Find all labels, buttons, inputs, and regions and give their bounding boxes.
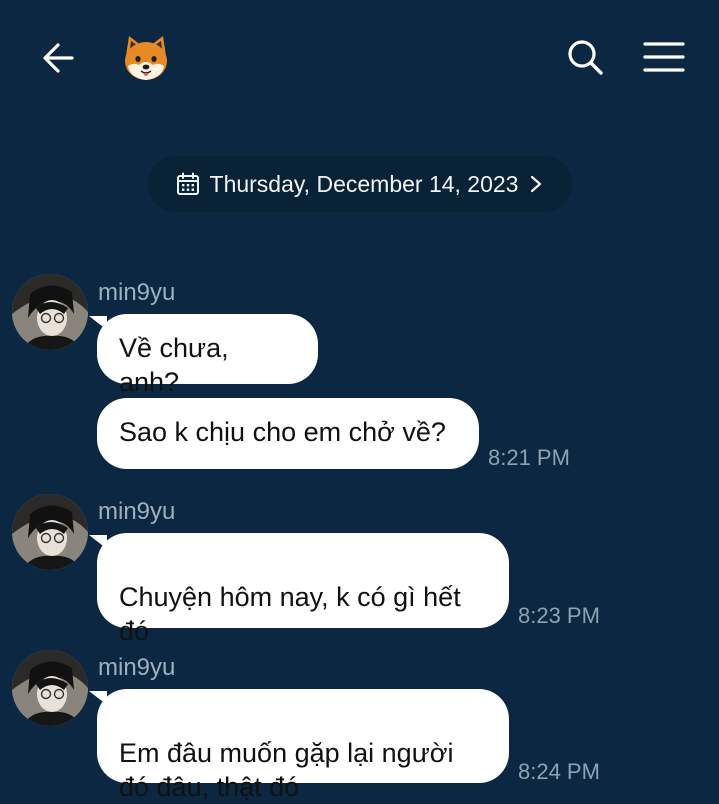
user-photo bbox=[12, 650, 88, 726]
message-bubble[interactable]: Về chưa, anh? bbox=[89, 314, 318, 397]
avatar[interactable] bbox=[12, 274, 88, 350]
back-button[interactable] bbox=[34, 34, 82, 82]
calendar-icon bbox=[176, 172, 199, 195]
message-text: Sao k chịu cho em chở về? bbox=[119, 417, 446, 447]
shiba-dog-icon bbox=[125, 36, 167, 80]
sender-name: min9yu bbox=[98, 654, 176, 681]
top-bar bbox=[0, 0, 719, 112]
search-icon bbox=[568, 40, 603, 75]
message-bubble[interactable]: Sao k chịu cho em chở về? bbox=[97, 398, 479, 469]
chat-avatar[interactable] bbox=[118, 30, 174, 86]
message-time: 8:21 PM bbox=[488, 445, 570, 470]
date-chip[interactable]: Thursday, December 14, 2023 bbox=[148, 156, 572, 212]
message-bubble[interactable]: Em đâu muốn gặp lại người đó đâu, thật đ… bbox=[89, 689, 509, 802]
user-photo bbox=[12, 274, 88, 350]
search-button[interactable] bbox=[560, 32, 610, 82]
avatar[interactable] bbox=[12, 494, 88, 570]
menu-button[interactable] bbox=[638, 32, 690, 82]
message-text: Em đâu muốn gặp lại người đó đâu, thật đ… bbox=[119, 738, 454, 802]
hamburger-menu-icon bbox=[643, 42, 685, 72]
message-time: 8:23 PM bbox=[518, 603, 600, 628]
user-photo bbox=[12, 494, 88, 570]
arrow-left-icon bbox=[43, 43, 74, 73]
message-text: Về chưa, anh? bbox=[119, 333, 229, 397]
message-text: Chuyện hôm nay, k có gì hết đó bbox=[119, 582, 461, 646]
avatar[interactable] bbox=[12, 650, 88, 726]
message-time: 8:24 PM bbox=[518, 759, 600, 784]
sender-name: min9yu bbox=[98, 498, 176, 525]
message-bubble[interactable]: Chuyện hôm nay, k có gì hết đó bbox=[89, 533, 509, 646]
chevron-right-icon bbox=[531, 175, 542, 193]
date-label: Thursday, December 14, 2023 bbox=[209, 170, 519, 197]
sender-name: min9yu bbox=[98, 279, 176, 306]
